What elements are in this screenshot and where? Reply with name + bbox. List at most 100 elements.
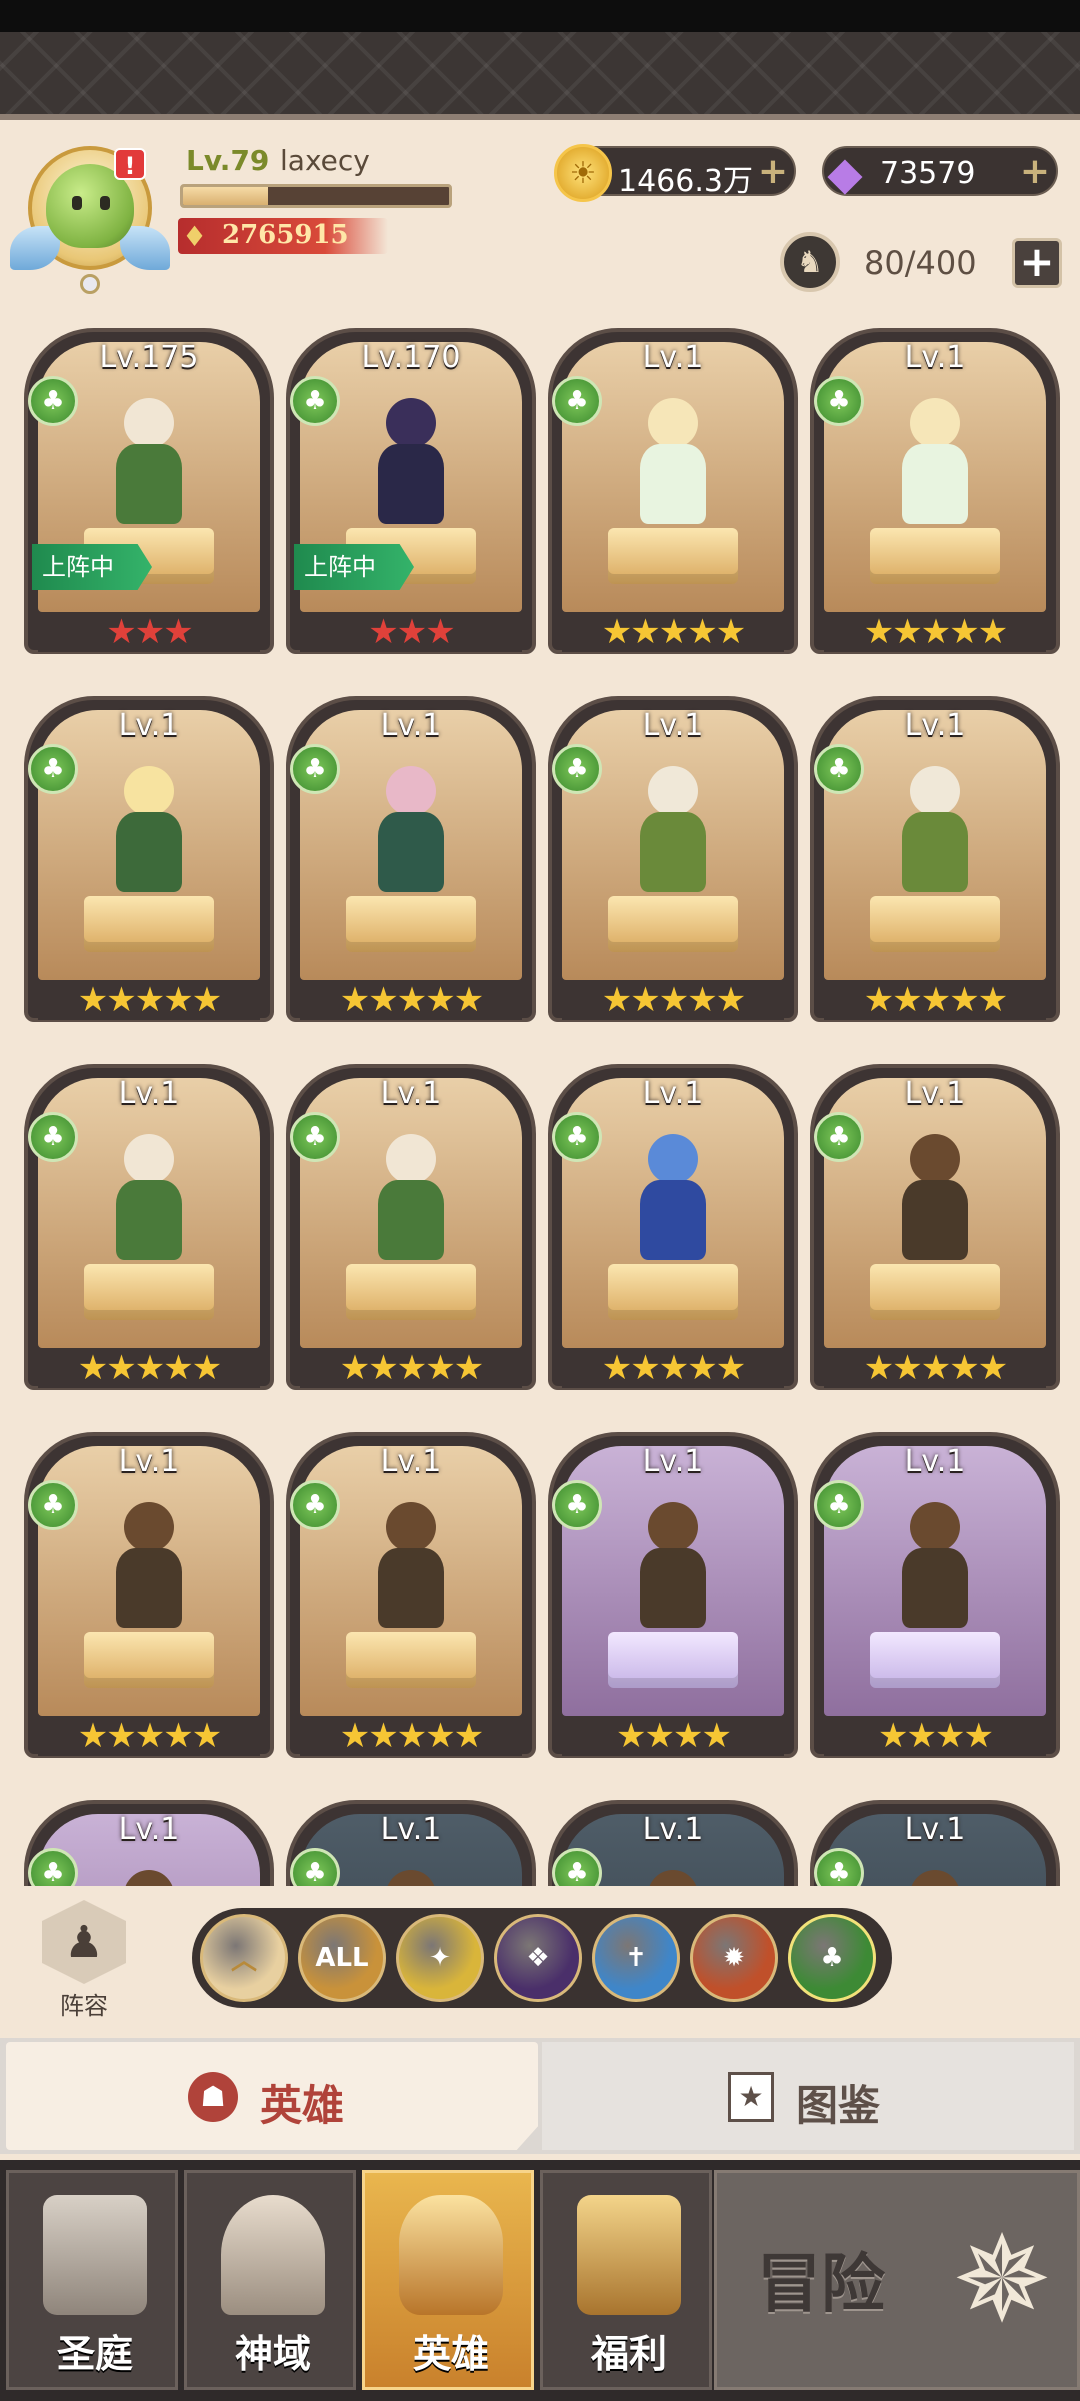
hero-head — [648, 766, 698, 816]
filter-wolf-button[interactable]: ✹ — [690, 1914, 778, 2002]
tab-codex-label: 图鉴 — [796, 2081, 881, 2130]
hero-head — [648, 1134, 698, 1184]
hero-head — [910, 398, 960, 448]
hero-portrait — [352, 398, 470, 538]
hero-card[interactable]: ♣ Lv.170 上阵中 ★★★ — [286, 318, 536, 664]
hero-card[interactable]: ♣ Lv.1 ★★★★★ — [286, 686, 536, 1032]
avatar-eye — [100, 196, 110, 210]
nature-faction-icon: ♣ — [28, 744, 78, 794]
hero-level: Lv.1 — [904, 708, 966, 743]
nature-faction-icon: ♣ — [552, 1112, 602, 1162]
hero-level: Lv.1 — [118, 1076, 180, 1111]
hero-stars: ★★★★★ — [38, 1348, 260, 1388]
hero-level: Lv.1 — [380, 708, 442, 743]
add-gold-button[interactable]: + — [758, 152, 788, 192]
hero-portrait — [876, 766, 994, 906]
hero-capacity: ♞ 80/400 + — [780, 232, 1070, 292]
gold-value: 1466.3万 — [618, 164, 753, 199]
adventure-label: 冒险 — [757, 2248, 885, 2322]
hero-card[interactable]: ♣ Lv.175 上阵中 ★★★ — [24, 318, 274, 664]
tab-heroes[interactable]: ☗ 英雄 — [6, 2042, 538, 2150]
hero-stars: ★★★★★ — [562, 1348, 784, 1388]
star-book-icon: ★ — [728, 2072, 774, 2122]
nature-faction-icon: ♣ — [552, 744, 602, 794]
hero-card[interactable]: ♣ Lv.1 — [810, 1790, 1060, 1886]
hero-stars: ★★★ — [300, 612, 522, 652]
hero-card[interactable]: ♣ Lv.1 ★★★★ — [548, 1422, 798, 1768]
chess-pawn-icon: ♟ — [42, 1900, 126, 1984]
hero-portrait — [876, 1502, 994, 1642]
hero-card[interactable]: ♣ Lv.1 ★★★★★ — [810, 318, 1060, 664]
nature-faction-icon: ♣ — [814, 744, 864, 794]
nature-faction-icon: ♣ — [290, 744, 340, 794]
tab-codex[interactable]: ★ 图鉴 — [542, 2042, 1074, 2150]
hero-card[interactable]: ♣ Lv.1 ★★★★★ — [548, 686, 798, 1032]
hero-stars: ★★★★★ — [824, 1348, 1046, 1388]
hero-card[interactable]: ♣ Lv.1 ★★★★★ — [810, 686, 1060, 1032]
expand-capacity-button[interactable]: + — [1012, 238, 1062, 288]
hero-level: Lv.1 — [904, 1076, 966, 1111]
hero-level: Lv.1 — [904, 1812, 966, 1847]
hero-card[interactable]: ♣ Lv.1 ★★★★★ — [24, 1054, 274, 1400]
hero-stars: ★★★ — [38, 612, 260, 652]
treasure-chest-icon — [577, 2195, 681, 2315]
hero-card[interactable]: ♣ Lv.1 — [548, 1790, 798, 1886]
filter-sword-button[interactable]: ✝ — [592, 1914, 680, 2002]
hero-card[interactable]: ♣ Lv.1 ★★★★★ — [810, 1054, 1060, 1400]
hero-body — [640, 444, 706, 524]
hero-head — [124, 766, 174, 816]
filter-up-button[interactable]: ︿ — [200, 1914, 288, 2002]
hero-card[interactable]: ♣ Lv.1 ★★★★★ — [24, 686, 274, 1032]
deployed-badge: 上阵中 — [32, 544, 152, 590]
hero-card[interactable]: ♣ Lv.1 ★★★★★ — [286, 1054, 536, 1400]
player-avatar[interactable]: ! — [10, 134, 170, 306]
top-decorative-frame — [0, 32, 1080, 120]
alert-badge: ! — [114, 148, 146, 180]
hero-card[interactable]: ♣ Lv.1 ★★★★★ — [24, 1422, 274, 1768]
hero-card[interactable]: ♣ Lv.1 — [286, 1790, 536, 1886]
hero-head — [386, 1870, 436, 1886]
hero-level: Lv.1 — [904, 340, 966, 375]
hero-body — [640, 1180, 706, 1260]
hero-level: Lv.175 — [99, 340, 199, 375]
hero-level: Lv.1 — [642, 1076, 704, 1111]
add-gem-button[interactable]: + — [1020, 152, 1050, 192]
hero-card[interactable]: ♣ Lv.1 — [24, 1790, 274, 1886]
hero-level: Lv.170 — [361, 340, 461, 375]
faction-filter-bar: ︿ ALL ✦ ❖ ✝ ✹ ♣ — [192, 1908, 892, 2008]
filter-nature-button[interactable]: ♣ — [788, 1914, 876, 2002]
hero-level: Lv.1 — [380, 1444, 442, 1479]
hero-body — [378, 444, 444, 524]
nature-faction-icon: ♣ — [28, 376, 78, 426]
hero-card[interactable]: ♣ Lv.1 ★★★★★ — [286, 1422, 536, 1768]
filter-dark-button[interactable]: ❖ — [494, 1914, 582, 2002]
nature-faction-icon: ♣ — [814, 376, 864, 426]
nav-welfare[interactable]: 福利 — [540, 2170, 712, 2390]
power-icon: ♦ — [182, 220, 208, 253]
hero-card[interactable]: ♣ Lv.1 ★★★★ — [810, 1422, 1060, 1768]
hero-level: Lv.1 — [642, 340, 704, 375]
nav-heroes[interactable]: 英雄 — [362, 2170, 534, 2390]
nature-faction-icon: ♣ — [814, 1480, 864, 1530]
nav-sanctuary[interactable]: 圣庭 — [6, 2170, 178, 2390]
lineup-button[interactable]: ♟ 阵容 — [32, 1900, 136, 2020]
hero-card[interactable]: ♣ Lv.1 ★★★★★ — [548, 318, 798, 664]
hero-card[interactable]: ♣ Lv.1 ★★★★★ — [548, 1054, 798, 1400]
hero-body — [640, 812, 706, 892]
filter-all-button[interactable]: ALL — [298, 1914, 386, 2002]
nav-label: 英雄 — [412, 2332, 489, 2376]
hero-portrait — [352, 766, 470, 906]
filter-light-button[interactable]: ✦ — [396, 1914, 484, 2002]
power-value: 2765915 — [222, 220, 349, 250]
hero-stars: ★★★★ — [824, 1716, 1046, 1756]
hero-body — [902, 1548, 968, 1628]
hero-level: Lv.1 — [642, 1812, 704, 1847]
adventure-button[interactable]: 冒险 ✵ — [714, 2170, 1080, 2390]
hero-portrait — [352, 1502, 470, 1642]
hero-capacity-value: 80/400 — [864, 244, 977, 282]
hero-grid: ♣ Lv.175 上阵中 ★★★ ♣ Lv.170 上阵中 ★★★ ♣ Lv.1 ★★★★★ ♣ Lv.… — [0, 318, 1080, 1886]
hero-body — [378, 1180, 444, 1260]
nav-divine-realm[interactable]: 神域 — [184, 2170, 356, 2390]
diamond-icon: ◆ — [827, 146, 863, 200]
hero-portrait — [614, 1134, 732, 1274]
